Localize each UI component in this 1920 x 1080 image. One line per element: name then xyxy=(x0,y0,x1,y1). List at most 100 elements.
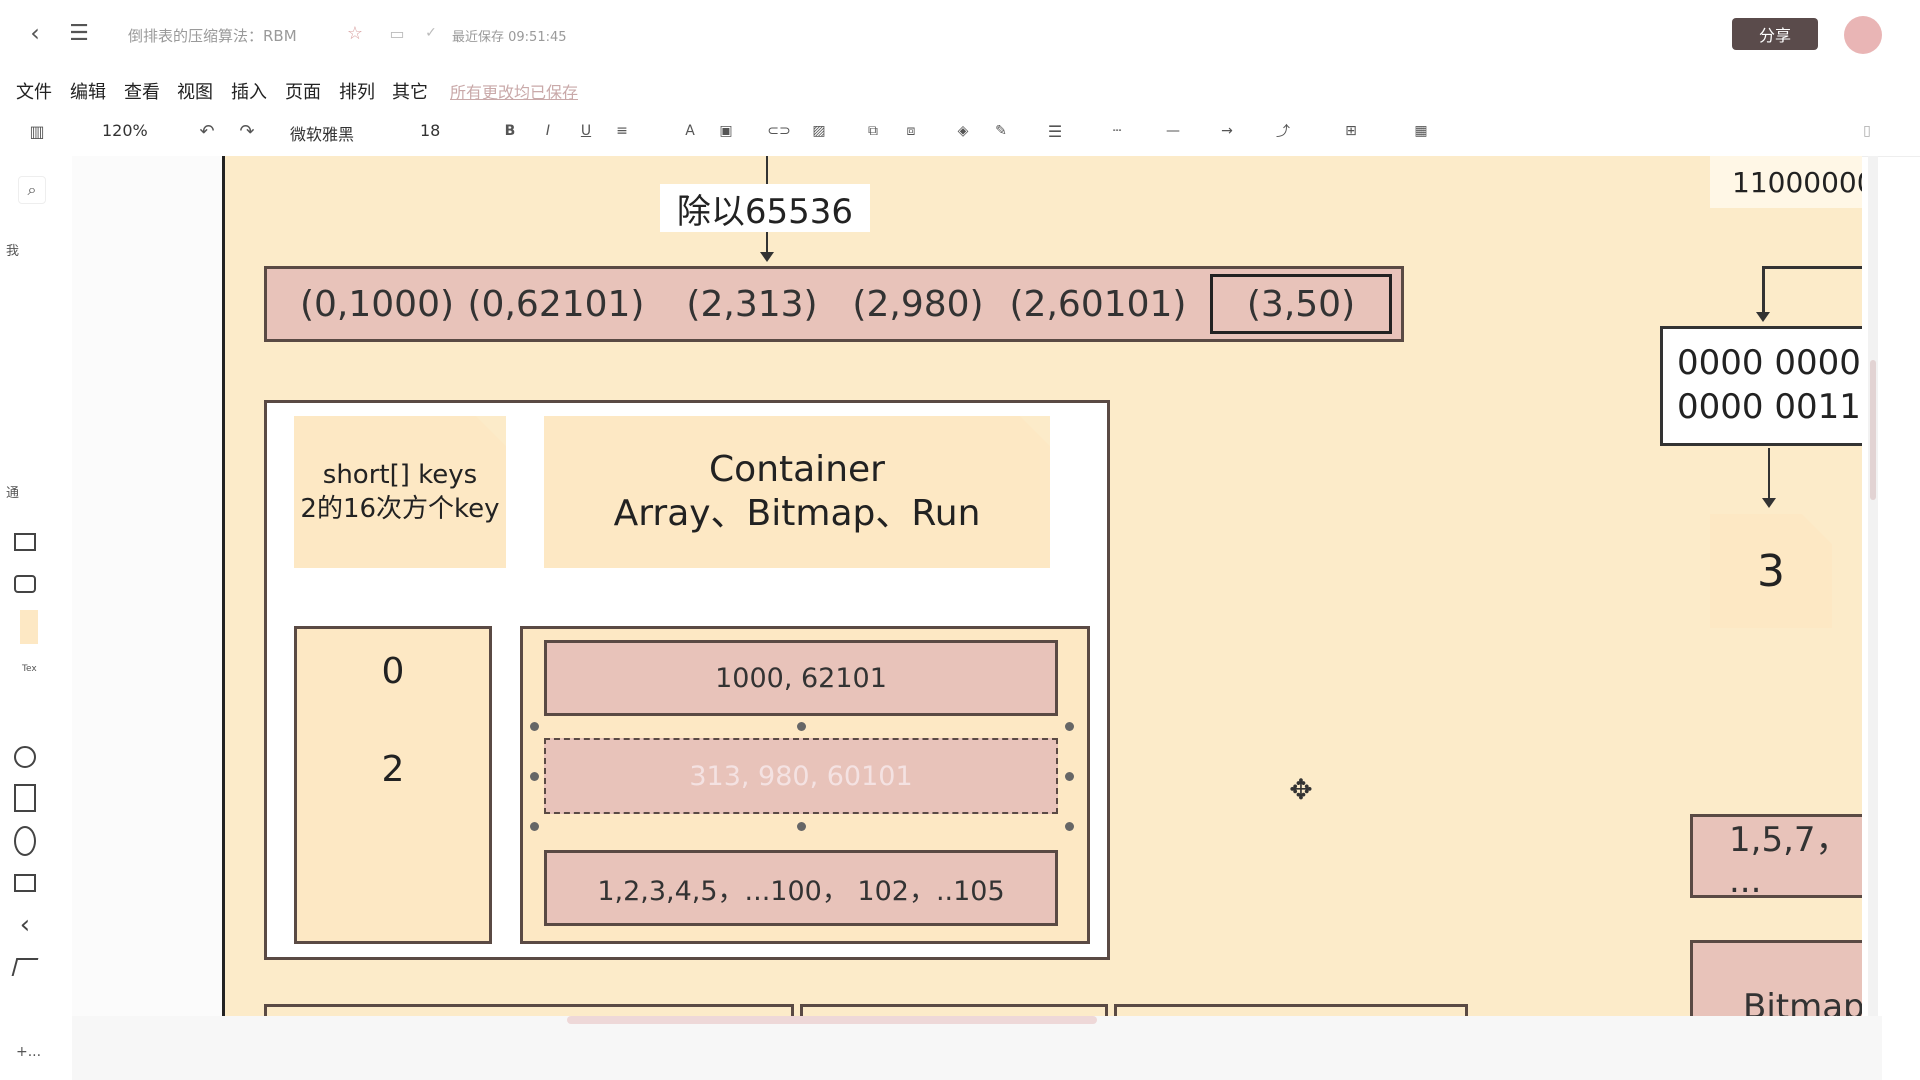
collapse-panel-icon[interactable]: ▯ xyxy=(1856,120,1878,142)
arrow-head xyxy=(760,252,774,262)
resize-handle[interactable] xyxy=(1065,722,1074,731)
menu-other[interactable]: 其它 xyxy=(392,78,428,104)
arrow-style-icon[interactable]: → xyxy=(1214,120,1240,142)
document-title[interactable]: 倒排表的压缩算法：RBM xyxy=(128,25,297,46)
right-bitmap-box[interactable]: Bitmap xyxy=(1690,940,1862,1016)
container-row-run[interactable]: 1,2,3,4,5，...100， 102，..105 xyxy=(544,850,1058,926)
menu-display[interactable]: 视图 xyxy=(177,78,213,104)
right-top-binary[interactable]: 11000000 xyxy=(1710,156,1862,208)
resize-handle[interactable] xyxy=(797,822,806,831)
horizontal-scroll-thumb[interactable] xyxy=(567,1016,1097,1024)
rectangle-shape-icon[interactable] xyxy=(14,533,36,551)
menu-insert[interactable]: 插入 xyxy=(231,78,267,104)
share-button[interactable]: 分享 xyxy=(1732,18,1818,50)
menu-icon[interactable]: ☰ xyxy=(66,20,92,46)
page-edge-line xyxy=(222,156,225,1016)
section-general[interactable]: 通 xyxy=(6,482,19,501)
resize-handle[interactable] xyxy=(530,772,539,781)
line-style-icon[interactable]: ┄ xyxy=(1104,120,1130,142)
pair-item: (0,62101) xyxy=(467,283,645,325)
more-shapes-button[interactable]: +... xyxy=(16,1044,41,1060)
line-weight-icon[interactable]: ☰ xyxy=(1044,120,1066,142)
pair-item: (0,1000) xyxy=(299,283,455,325)
vertical-scroll-thumb[interactable] xyxy=(1870,360,1876,500)
container-row-array[interactable]: 1000, 62101 xyxy=(544,640,1058,716)
key-0: 0 xyxy=(381,650,405,692)
note-shape-icon[interactable] xyxy=(20,610,38,644)
font-color-icon[interactable]: A xyxy=(680,120,700,142)
rounded-rect-shape-icon[interactable] xyxy=(14,575,36,593)
layout-panel-icon[interactable]: ▥ xyxy=(26,120,48,142)
link-icon[interactable]: ⊂⊃ xyxy=(767,120,790,142)
saved-check-icon: ✓ xyxy=(425,25,437,41)
italic-icon[interactable]: I xyxy=(538,120,558,142)
undo-icon[interactable]: ↶ xyxy=(196,120,218,142)
right-list-box[interactable]: 1,5,7， ... xyxy=(1690,814,1862,901)
line-color-icon[interactable]: ✎ xyxy=(990,120,1012,142)
process-shape-icon[interactable] xyxy=(14,874,36,892)
table-icon[interactable]: ▦ xyxy=(1410,120,1432,142)
diagram-canvas[interactable]: 除以65536 (0,1000) (0,62101) (2,313) (2,98… xyxy=(222,156,1862,1016)
connector-icon[interactable]: ⤴ xyxy=(1270,120,1296,142)
avatar[interactable] xyxy=(1844,16,1882,54)
line-dash-icon[interactable]: — xyxy=(1160,120,1186,142)
underline-icon[interactable]: U xyxy=(576,120,596,142)
binary-line2: 0000 0011 xyxy=(1677,387,1861,427)
text-bg-icon[interactable]: ▣ xyxy=(716,120,736,142)
key-2: 2 xyxy=(381,748,405,790)
align-icon[interactable]: ≡ xyxy=(612,120,632,142)
binary-line1: 0000 0000 xyxy=(1677,343,1861,383)
fill-color-icon[interactable]: ◈ xyxy=(952,120,974,142)
zoom-select[interactable]: 120% xyxy=(102,121,148,140)
font-family-select[interactable]: 微软雅黑 xyxy=(290,121,354,145)
keys-note-line2: 2的16次方个key xyxy=(300,494,500,524)
folder-icon[interactable]: ▭ xyxy=(386,22,408,44)
text-shape-icon[interactable]: Tex xyxy=(22,664,37,674)
resize-handle[interactable] xyxy=(797,722,806,731)
menu-file[interactable]: 文件 xyxy=(16,78,52,104)
connector-line xyxy=(1762,266,1765,314)
save-status: 最近保存 09:51:45 xyxy=(452,30,567,45)
menu-page[interactable]: 页面 xyxy=(285,78,321,104)
page-margin xyxy=(72,156,222,1016)
bottom-box[interactable] xyxy=(1114,1004,1468,1016)
keys-note[interactable]: short[] keys 2的16次方个key xyxy=(294,416,506,568)
align-objects-icon[interactable]: ⊞ xyxy=(1340,120,1362,142)
arrow-head xyxy=(1762,498,1776,508)
arrow-line xyxy=(766,156,768,184)
resize-handle[interactable] xyxy=(1065,822,1074,831)
square-shape-icon[interactable] xyxy=(14,784,36,812)
bottom-box[interactable] xyxy=(800,1004,1108,1016)
send-back-icon[interactable]: ⧈ xyxy=(900,120,922,142)
menu-arrange[interactable]: 排列 xyxy=(339,78,375,104)
ellipse-shape-icon[interactable] xyxy=(14,826,36,856)
bring-front-icon[interactable]: ⧉ xyxy=(862,120,884,142)
back-icon[interactable]: ‹ xyxy=(22,19,48,47)
triangle-shape-icon[interactable]: ‹ xyxy=(10,910,40,940)
binary-box[interactable]: 0000 0000 0000 0011 xyxy=(1660,326,1862,446)
font-size-select[interactable]: 18 xyxy=(420,121,440,140)
menu-edit[interactable]: 编辑 xyxy=(70,78,106,104)
container-row-selected[interactable]: 313, 980, 60101 xyxy=(544,738,1058,814)
resize-handle[interactable] xyxy=(530,722,539,731)
search-icon[interactable]: ⌕ xyxy=(18,176,46,204)
resize-handle[interactable] xyxy=(530,822,539,831)
arrow-head xyxy=(1756,312,1770,322)
note-fold xyxy=(1802,514,1832,544)
pair-item-highlighted[interactable]: (3,50) xyxy=(1210,274,1392,334)
circle-shape-icon[interactable] xyxy=(14,746,36,768)
redo-icon[interactable]: ↷ xyxy=(236,120,258,142)
vertical-scrollbar[interactable] xyxy=(1868,156,1878,1016)
shape-panel xyxy=(0,156,73,1036)
container-note-line2: Array、Bitmap、Run xyxy=(613,493,981,534)
star-icon[interactable]: ☆ xyxy=(344,22,366,44)
bottom-box[interactable] xyxy=(264,1004,794,1016)
connector-line xyxy=(1762,266,1862,269)
menu-view[interactable]: 查看 xyxy=(124,78,160,104)
divide-label[interactable]: 除以65536 xyxy=(660,184,870,232)
image-icon[interactable]: ▨ xyxy=(808,120,830,142)
container-note[interactable]: Container Array、Bitmap、Run xyxy=(544,416,1050,568)
resize-handle[interactable] xyxy=(1065,772,1074,781)
bold-icon[interactable]: B xyxy=(500,120,520,142)
section-my-shapes[interactable]: 我 xyxy=(6,240,19,259)
